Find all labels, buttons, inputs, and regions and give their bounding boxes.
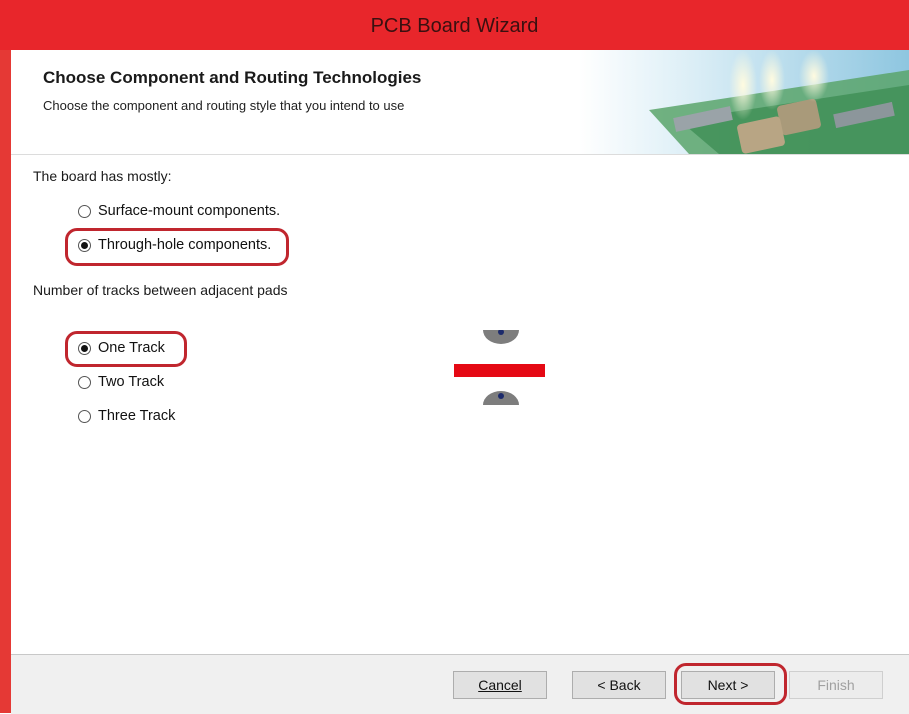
three-track-radio[interactable]: Three Track xyxy=(78,408,175,424)
finish-button-label: Finish xyxy=(817,677,855,693)
pcb-banner-image xyxy=(579,50,909,154)
surface-mount-radio[interactable]: Surface-mount components. xyxy=(78,203,280,219)
page-title: Choose Component and Routing Technologie… xyxy=(43,68,422,87)
surface-mount-label: Surface-mount components. xyxy=(98,203,281,219)
wizard-client-area: Choose Component and Routing Technologie… xyxy=(11,50,909,714)
back-button[interactable]: < Back xyxy=(572,671,666,699)
finish-button[interactable]: Finish xyxy=(789,671,883,699)
radio-button-icon xyxy=(78,204,91,218)
two-track-label: Two Track xyxy=(98,374,165,390)
three-track-label: Three Track xyxy=(98,408,176,424)
radio-button-icon xyxy=(78,375,91,389)
back-button-label: < Back xyxy=(597,677,641,693)
two-track-radio[interactable]: Two Track xyxy=(78,374,164,390)
tracks-label: Number of tracks between adjacent pads xyxy=(33,282,288,298)
radio-button-icon xyxy=(78,409,91,423)
component-type-label: The board has mostly: xyxy=(33,168,172,184)
window-title: PCB Board Wizard xyxy=(0,0,909,50)
page-subtitle: Choose the component and routing style t… xyxy=(43,98,405,113)
wizard-footer: Cancel < Back Next > Finish xyxy=(11,654,909,714)
cancel-button-label: Cancel xyxy=(478,677,522,693)
one-track-highlight-annotation xyxy=(65,331,187,367)
track-preview-image xyxy=(454,330,545,405)
wizard-header: Choose Component and Routing Technologie… xyxy=(11,50,909,155)
through-hole-highlight-annotation xyxy=(65,228,289,266)
cancel-button[interactable]: Cancel xyxy=(453,671,547,699)
next-highlight-annotation xyxy=(674,663,787,705)
